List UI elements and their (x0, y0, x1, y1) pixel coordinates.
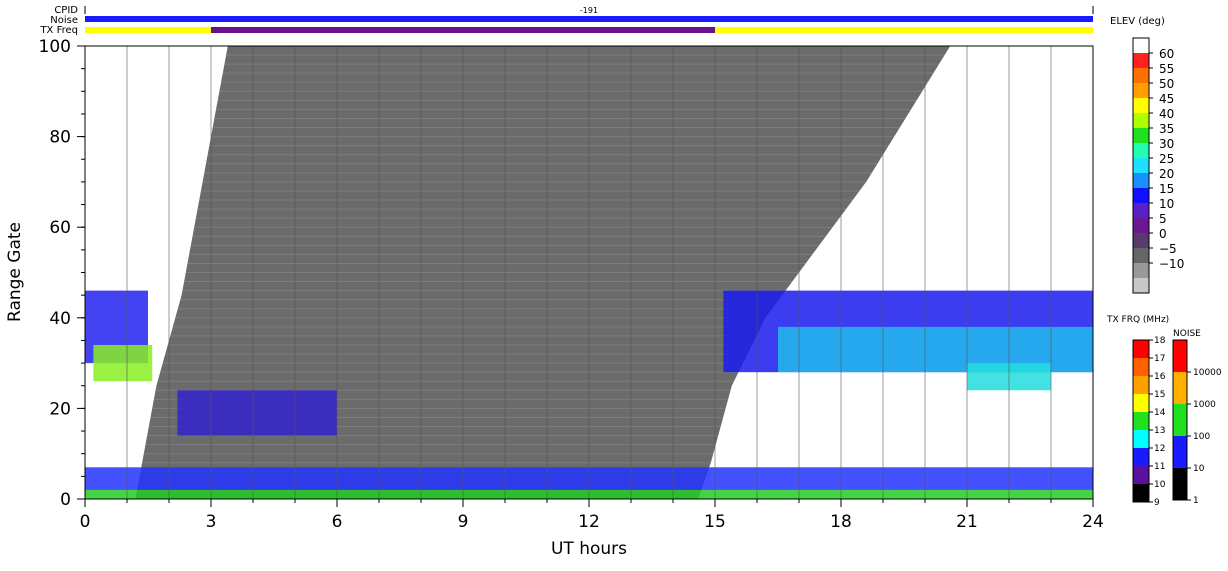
elev-tick-label: −5 (1159, 242, 1177, 256)
elev-color-10 (1133, 188, 1149, 203)
elev-color-5 (1133, 113, 1149, 128)
txfrq-color-1 (1133, 358, 1149, 376)
noise-tick-label: 10000 (1193, 368, 1222, 378)
txfrq-tick-label: 14 (1154, 408, 1166, 418)
txfreq-segment-1 (211, 27, 715, 33)
noise-tick-label: 1000 (1193, 400, 1216, 410)
elev-tick-label: 25 (1159, 152, 1174, 166)
elev-tick-label: 5 (1159, 212, 1167, 226)
elev-color-8 (1133, 158, 1149, 173)
y-tick-label: 100 (39, 37, 71, 57)
txfrq-tick-label: 12 (1154, 444, 1165, 454)
txfrq-tick-label: 11 (1154, 462, 1165, 472)
elev-tick-label: 60 (1159, 47, 1174, 61)
noise-bar (85, 16, 1093, 22)
txfrq-tick-label: 13 (1154, 426, 1165, 436)
txfrq-tick-label: 18 (1154, 336, 1166, 346)
cpid-value: -191 (580, 6, 598, 15)
x-tick-label: 12 (578, 512, 600, 532)
txfrq-color-6 (1133, 448, 1149, 466)
y-tick-label: 40 (49, 309, 71, 329)
y-tick-label: 60 (49, 218, 71, 238)
elev-tick-label: 15 (1159, 182, 1174, 196)
txfrq-color-2 (1133, 376, 1149, 394)
elev-tick-label: 55 (1159, 62, 1174, 76)
txfreq-segment-2 (715, 27, 1093, 33)
txfreq-segment-0 (85, 27, 211, 33)
x-tick-label: 6 (332, 512, 343, 532)
elev-color-2 (1133, 68, 1149, 83)
noise-tick-label: 100 (1193, 432, 1210, 442)
range-time-chart: CPID Noise TX Freq -191 0 3 6 9 12 15 18 21 2402… (5, 5, 1222, 559)
elev-tick-label: 20 (1159, 167, 1174, 181)
x-tick-label: 15 (704, 512, 726, 532)
elev-tick-label: 40 (1159, 107, 1174, 121)
header-bars (85, 16, 1093, 33)
x-tick-label: 3 (206, 512, 217, 532)
txfrq-tick-label: 10 (1154, 480, 1166, 490)
elev-color-0 (1133, 38, 1149, 53)
elev-color-11 (1133, 203, 1149, 218)
y-tick-label: 80 (49, 128, 71, 148)
txfrq-color-4 (1133, 412, 1149, 430)
echo-region-1 (93, 344, 153, 382)
txfrq-color-5 (1133, 430, 1149, 448)
elev-color-16 (1133, 278, 1149, 293)
elev-color-6 (1133, 128, 1149, 143)
x-tick-label: 24 (1082, 512, 1104, 532)
elev-legend-title: ELEV (deg) (1110, 16, 1165, 27)
txfrq-tick-label: 16 (1154, 372, 1166, 382)
elev-tick-label: 35 (1159, 122, 1174, 136)
legends: 605550454035302520151050−5−1018171615141… (1132, 37, 1222, 508)
y-tick-label: 20 (49, 399, 71, 419)
x-tick-label: 9 (458, 512, 469, 532)
plot-area (85, 45, 1093, 500)
noise-color-4 (1173, 468, 1187, 500)
elev-color-14 (1133, 248, 1149, 263)
txfrq-color-0 (1133, 340, 1149, 358)
noise-color-3 (1173, 436, 1187, 468)
noise-tick-label: 10 (1193, 464, 1205, 474)
elev-tick-label: 50 (1159, 77, 1174, 91)
x-tick-label: 18 (830, 512, 852, 532)
radar-summary-plot: CPID Noise TX Freq -191 0 3 6 9 12 15 18 21 24 0 2… (0, 0, 1228, 567)
noise-color-0 (1173, 340, 1187, 372)
y-axis-label: Range Gate (5, 222, 25, 322)
noise-color-1 (1173, 372, 1187, 404)
elev-color-4 (1133, 98, 1149, 113)
elev-color-9 (1133, 173, 1149, 188)
txfrq-tick-label: 17 (1154, 354, 1165, 364)
elev-color-3 (1133, 83, 1149, 98)
elev-color-13 (1133, 233, 1149, 248)
echo-region-2 (177, 390, 337, 436)
elev-color-12 (1133, 218, 1149, 233)
txfrq-legend-title: TX FRQ (MHz) (1106, 315, 1169, 325)
txfrq-color-8 (1133, 484, 1149, 502)
noise-legend-title: NOISE (1173, 329, 1201, 339)
elev-color-1 (1133, 53, 1149, 68)
noise-tick-label: 1 (1193, 496, 1199, 506)
txfreq-label: TX Freq (39, 25, 78, 36)
txfrq-color-7 (1133, 466, 1149, 484)
elev-tick-label: 0 (1159, 227, 1167, 241)
x-axis-label: UT hours (551, 539, 627, 559)
elev-color-15 (1133, 263, 1149, 278)
elev-color-7 (1133, 143, 1149, 158)
x-tick-label: 0 (80, 512, 91, 532)
elev-tick-label: −10 (1159, 257, 1184, 271)
txfrq-tick-label: 15 (1154, 390, 1165, 400)
elev-tick-label: 10 (1159, 197, 1174, 211)
x-tick-label: 21 (956, 512, 978, 532)
y-tick-label: 0 (60, 490, 71, 510)
txfrq-color-3 (1133, 394, 1149, 412)
elev-tick-label: 45 (1159, 92, 1174, 106)
elev-tick-label: 30 (1159, 137, 1174, 151)
noise-color-2 (1173, 404, 1187, 436)
txfrq-tick-label: 9 (1154, 498, 1160, 508)
